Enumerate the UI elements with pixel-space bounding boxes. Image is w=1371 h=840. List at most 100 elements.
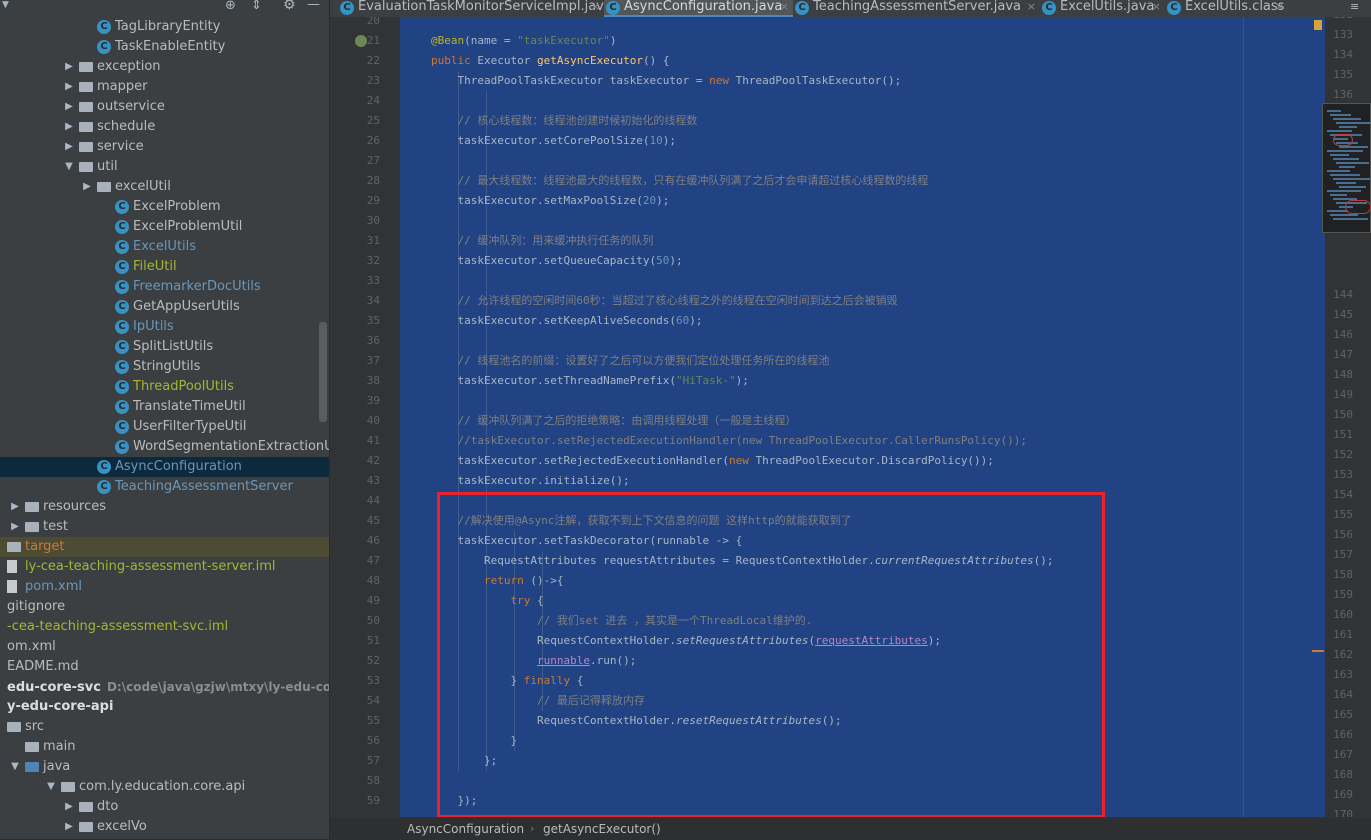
code-line[interactable]: // 线程池名的前缀：设置好了之后可以方便我们定位处理任务所在的线程池 [431, 351, 1325, 371]
tree-item[interactable]: ThreadPoolUtils [0, 377, 329, 397]
code-line[interactable]: // 允许线程的空闲时间60秒：当超过了核心线程之外的线程在空闲时间到达之后会被… [431, 291, 1325, 311]
code-line[interactable]: // 缓冲队列满了之后的拒绝策略：由调用线程处理（一般是主线程） [431, 411, 1325, 431]
tree-item[interactable]: TranslateTimeUtil [0, 397, 329, 417]
code-line[interactable]: taskExecutor.setThreadNamePrefix("HiTask… [431, 371, 1325, 391]
tree-item[interactable]: main [0, 737, 329, 757]
collapse-all-icon[interactable]: ⇕ [251, 0, 262, 13]
tree-item[interactable]: ExcelProblem [0, 197, 329, 217]
code-line[interactable]: taskExecutor.setMaxPoolSize(20); [431, 191, 1325, 211]
tree-item[interactable]: ▶ mapper [0, 77, 329, 97]
gear-icon[interactable]: ⚙ [283, 0, 296, 13]
tree-item[interactable]: TaskEnableEntity [0, 37, 329, 57]
tree-item[interactable]: -cea-teaching-assessment-svc.iml [0, 617, 329, 637]
tree-item[interactable]: WordSegmentationExtractionUtils [0, 437, 329, 457]
chevron-right-icon[interactable]: ▶ [63, 817, 75, 837]
code-line[interactable]: @Bean(name = "taskExecutor") [431, 31, 1325, 51]
warning-marker-icon[interactable] [1314, 20, 1322, 30]
chevron-right-icon[interactable]: ▶ [63, 57, 75, 77]
tree-item[interactable]: FileUtil [0, 257, 329, 277]
chevron-down-icon[interactable]: ▼ [45, 777, 57, 797]
code-line[interactable] [431, 391, 1325, 411]
chevron-down-icon[interactable]: ▼ [63, 157, 75, 177]
tree-item[interactable]: ▶ excelUtil [0, 177, 329, 197]
tab-overflow-icon[interactable]: ≡ [1350, 0, 1359, 13]
code-line[interactable]: // 缓冲队列：用来缓冲执行任务的队列 [431, 231, 1325, 251]
tree-item[interactable]: ▶ excelVo [0, 817, 329, 837]
code-line[interactable]: public Executor getAsyncExecutor() { [431, 51, 1325, 71]
chevron-right-icon[interactable]: ▶ [63, 117, 75, 137]
tree-item[interactable]: EADME.md [0, 657, 329, 677]
hide-panel-icon[interactable]: — [307, 0, 320, 12]
tree-item[interactable]: TagLibraryEntity [0, 17, 329, 37]
code-minimap[interactable] [1322, 103, 1371, 233]
tree-item[interactable]: ▶ dto [0, 797, 329, 817]
code-line[interactable]: taskExecutor.initialize(); [431, 471, 1325, 491]
sidebar-scrollbar[interactable] [319, 322, 327, 422]
code-line[interactable]: // 核心线程数：线程池创建时候初始化的线程数 [431, 111, 1325, 131]
tree-item[interactable]: ▼ java [0, 757, 329, 777]
chevron-right-icon[interactable]: ▶ [63, 137, 75, 157]
locate-icon[interactable]: ⊕ [225, 0, 236, 13]
code-line[interactable] [431, 331, 1325, 351]
code-line[interactable] [431, 91, 1325, 111]
chevron-right-icon[interactable]: ▶ [63, 97, 75, 117]
code-line[interactable]: taskExecutor.setCorePoolSize(10); [431, 131, 1325, 151]
tree-item[interactable]: FreemarkerDocUtils [0, 277, 329, 297]
chevron-right-icon[interactable]: ▶ [9, 517, 21, 537]
tree-item[interactable]: TeachingAssessmentServer [0, 477, 329, 497]
tree-item[interactable]: y-edu-core-api [0, 697, 329, 717]
chevron-right-icon[interactable]: ▶ [81, 177, 93, 197]
editor-tab[interactable]: ExcelUtils.class× [1165, 0, 1288, 17]
breadcrumb-item-class[interactable]: AsyncConfiguration [407, 820, 524, 838]
tree-item[interactable]: IpUtils [0, 317, 329, 337]
code-line[interactable]: // 最大线程数：线程池最大的线程数，只有在缓冲队列满了之后才会申请超过核心线程… [431, 171, 1325, 191]
tree-item[interactable]: ExcelProblemUtil [0, 217, 329, 237]
tree-item[interactable]: pom.xml [0, 577, 329, 597]
code-line[interactable] [431, 271, 1325, 291]
tree-item[interactable]: ▶ test [0, 517, 329, 537]
tree-item[interactable]: StringUtils [0, 357, 329, 377]
code-line[interactable]: ThreadPoolTaskExecutor taskExecutor = ne… [431, 71, 1325, 91]
breadcrumb-item-method[interactable]: getAsyncExecutor() [543, 820, 661, 838]
tree-item[interactable]: src [0, 717, 329, 737]
tree-item[interactable]: ▶ service [0, 137, 329, 157]
chevron-right-icon[interactable]: ▶ [63, 77, 75, 97]
close-icon[interactable]: × [780, 0, 789, 14]
tree-item[interactable]: ▶ resources [0, 497, 329, 517]
bean-icon[interactable] [355, 35, 367, 47]
editor-tab[interactable]: ExcelUtils.java× [1040, 0, 1165, 17]
editor-tab[interactable]: AsyncConfiguration.java× [604, 0, 793, 17]
tree-item[interactable]: GetAppUserUtils [0, 297, 329, 317]
tree-item[interactable]: ▶ outservice [0, 97, 329, 117]
code-line[interactable]: taskExecutor.setKeepAliveSeconds(60); [431, 311, 1325, 331]
tree-item[interactable]: ly-cea-teaching-assessment-server.iml [0, 557, 329, 577]
tree-item[interactable]: om.xml [0, 637, 329, 657]
chevron-down-icon[interactable]: ▼ [9, 757, 21, 777]
tree-item[interactable]: SplitListUtils [0, 337, 329, 357]
tree-item[interactable]: ▶ schedule [0, 117, 329, 137]
tree-item[interactable]: gitignore [0, 597, 329, 617]
code-line[interactable] [431, 151, 1325, 171]
code-line[interactable] [431, 211, 1325, 231]
tree-item[interactable]: ▼ com.ly.education.core.api [0, 777, 329, 797]
chevron-right-icon[interactable]: ▶ [9, 497, 21, 517]
tree-item[interactable]: AsyncConfiguration [0, 457, 329, 477]
code-line[interactable]: taskExecutor.setQueueCapacity(50); [431, 251, 1325, 271]
tree-item[interactable]: ExcelUtils [0, 237, 329, 257]
tree-item[interactable]: ▼ util [0, 157, 329, 177]
code-line[interactable]: //taskExecutor.setRejectedExecutionHandl… [431, 431, 1325, 451]
code-line[interactable]: taskExecutor.setRejectedExecutionHandler… [431, 451, 1325, 471]
editor-tab[interactable]: TeachingAssessmentServer.java × [793, 0, 1040, 17]
tree-item[interactable]: UserFilterTypeUtil [0, 417, 329, 437]
close-icon[interactable]: × [591, 0, 600, 14]
close-icon[interactable]: × [1152, 0, 1161, 14]
tree-item[interactable]: edu-core-svc D:\code\java\gzjw\mtxy\ly-ed… [0, 677, 329, 697]
tree-item[interactable]: target [0, 537, 329, 557]
chevron-down-icon[interactable]: ▼ [2, 0, 9, 10]
close-icon[interactable]: × [1027, 0, 1036, 14]
editor-tab[interactable]: EvaluationTaskMonitorServiceImpl.java× [338, 0, 612, 17]
tree-item[interactable]: ▶ exception [0, 57, 329, 77]
close-icon[interactable]: × [1275, 0, 1284, 14]
chevron-right-icon[interactable]: ▶ [63, 797, 75, 817]
code-line[interactable] [431, 17, 1325, 31]
